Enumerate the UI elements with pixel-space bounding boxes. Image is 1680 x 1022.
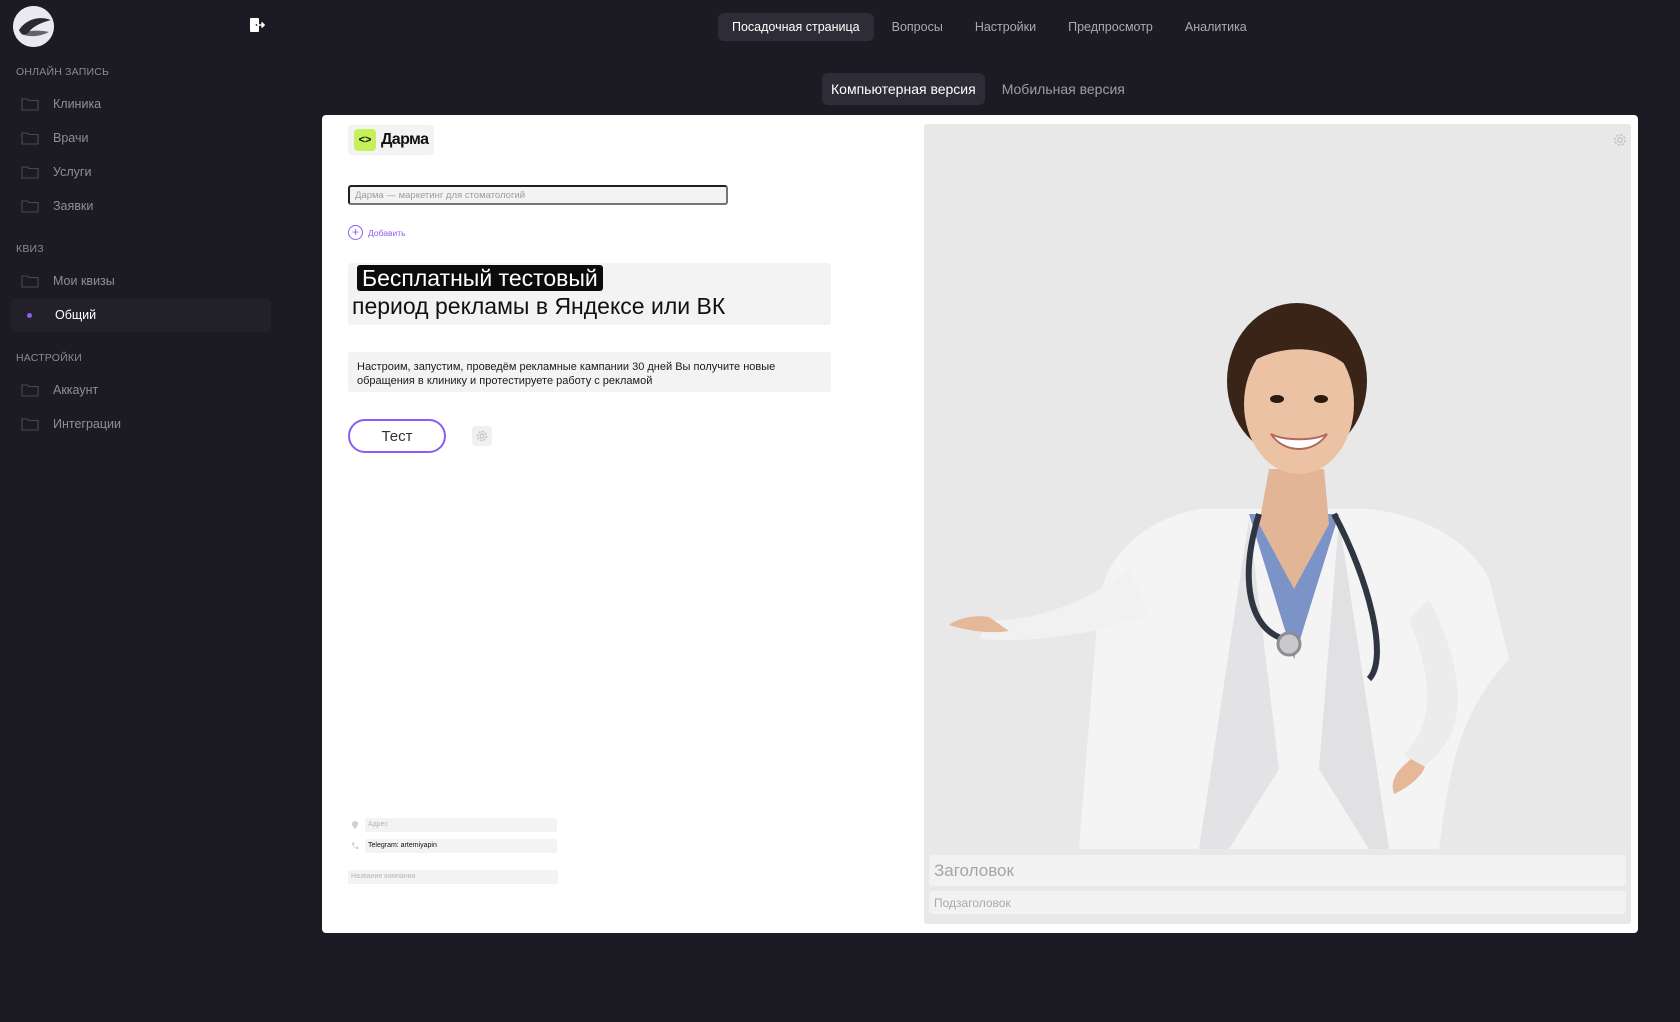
tab-analytics[interactable]: Аналитика (1171, 13, 1261, 41)
add-button[interactable]: + Добавить (348, 225, 406, 240)
tab-preview[interactable]: Предпросмотр (1054, 13, 1167, 41)
sidebar-item-services[interactable]: Услуги (10, 155, 271, 189)
sidebar-item-label: Общий (55, 308, 97, 322)
sidebar-item-integrations[interactable]: Интеграции (10, 407, 271, 441)
address-field[interactable]: Адрес (365, 818, 557, 832)
sidebar-item-clinic[interactable]: Клиника (10, 87, 271, 121)
sidebar-item-requests[interactable]: Заявки (10, 189, 271, 223)
sidebar-section-title: ОНЛАЙН ЗАПИСЬ (16, 66, 110, 78)
cta-button[interactable]: Тест (348, 419, 446, 453)
active-dot-icon (27, 312, 32, 318)
sidebar-item-label: Услуги (53, 165, 92, 179)
brand-mark-icon: <> (354, 129, 376, 151)
landing-preview-canvas: <> Дарма + Добавить Бесплатный тестовый … (322, 115, 1638, 933)
address-row: Адрес (348, 818, 557, 832)
exit-icon (250, 18, 266, 32)
brand-logo[interactable]: <> Дарма (348, 125, 435, 155)
folder-icon (21, 275, 39, 288)
folder-icon (21, 132, 39, 145)
add-button-label: Добавить (368, 227, 406, 238)
sidebar-item-account[interactable]: Аккаунт (10, 373, 271, 407)
sidebar-item-label: Аккаунт (53, 383, 99, 397)
folder-icon (21, 200, 39, 213)
gear-icon (476, 430, 488, 442)
hero-media-panel[interactable]: Заголовок Подзаголовок (924, 124, 1631, 924)
media-title-field[interactable]: Заголовок (929, 855, 1626, 886)
sidebar-item-label: Мои квизы (53, 274, 115, 288)
logo-icon (13, 6, 54, 47)
sidebar-section-title: КВИЗ (16, 243, 44, 255)
sidebar-item-general[interactable]: Общий (10, 298, 271, 332)
headline-editor[interactable]: Бесплатный тестовый период рекламы в Янд… (348, 263, 831, 325)
view-switcher: Компьютерная версия Мобильная версия (822, 72, 1134, 105)
tab-landing-page[interactable]: Посадочная страница (718, 12, 874, 41)
description-editor[interactable]: Настроим, запустим, проведём рекламные к… (348, 352, 831, 392)
media-settings-button[interactable] (1610, 130, 1630, 150)
sidebar-item-label: Врачи (53, 131, 89, 145)
sidebar-item-doctors[interactable]: Врачи (10, 121, 271, 155)
phone-icon (348, 839, 362, 853)
doctor-photo (949, 303, 1509, 849)
media-subtitle-field[interactable]: Подзаголовок (929, 891, 1626, 914)
sidebar-item-label: Заявки (53, 199, 94, 213)
tab-mobile-version[interactable]: Мобильная версия (993, 73, 1134, 105)
tab-questions[interactable]: Вопросы (878, 13, 957, 41)
plus-circle-icon: + (348, 225, 363, 240)
folder-icon (21, 384, 39, 397)
sidebar: ОНЛАЙН ЗАПИСЬ Клиника Врачи Услуги Заявк… (0, 66, 275, 441)
tagline-input[interactable] (348, 185, 728, 205)
folder-icon (21, 98, 39, 111)
headline-highlight: Бесплатный тестовый (357, 265, 603, 291)
cta-settings-button[interactable] (472, 426, 492, 446)
sidebar-item-label: Клиника (53, 97, 102, 111)
location-pin-icon (348, 818, 362, 832)
folder-icon (21, 166, 39, 179)
top-navigation: Посадочная страница Вопросы Настройки Пр… (718, 12, 1261, 41)
tab-settings[interactable]: Настройки (961, 13, 1050, 41)
brand-name: Дарма (381, 131, 429, 148)
sidebar-item-label: Интеграции (53, 417, 122, 431)
sidebar-item-my-quizzes[interactable]: Мои квизы (10, 264, 271, 298)
tab-desktop-version[interactable]: Компьютерная версия (822, 72, 985, 105)
gear-icon (1614, 134, 1626, 146)
phone-field[interactable]: Telegram: artemiyapin (365, 839, 557, 853)
company-name-field[interactable]: Название компании (348, 870, 558, 884)
sidebar-section-title: НАСТРОЙКИ (16, 352, 82, 364)
folder-icon (21, 418, 39, 431)
exit-button[interactable] (244, 12, 270, 38)
headline-text: период рекламы в Яндексе или ВК (352, 293, 726, 319)
app-logo[interactable] (13, 6, 54, 47)
phone-row: Telegram: artemiyapin (348, 839, 557, 853)
